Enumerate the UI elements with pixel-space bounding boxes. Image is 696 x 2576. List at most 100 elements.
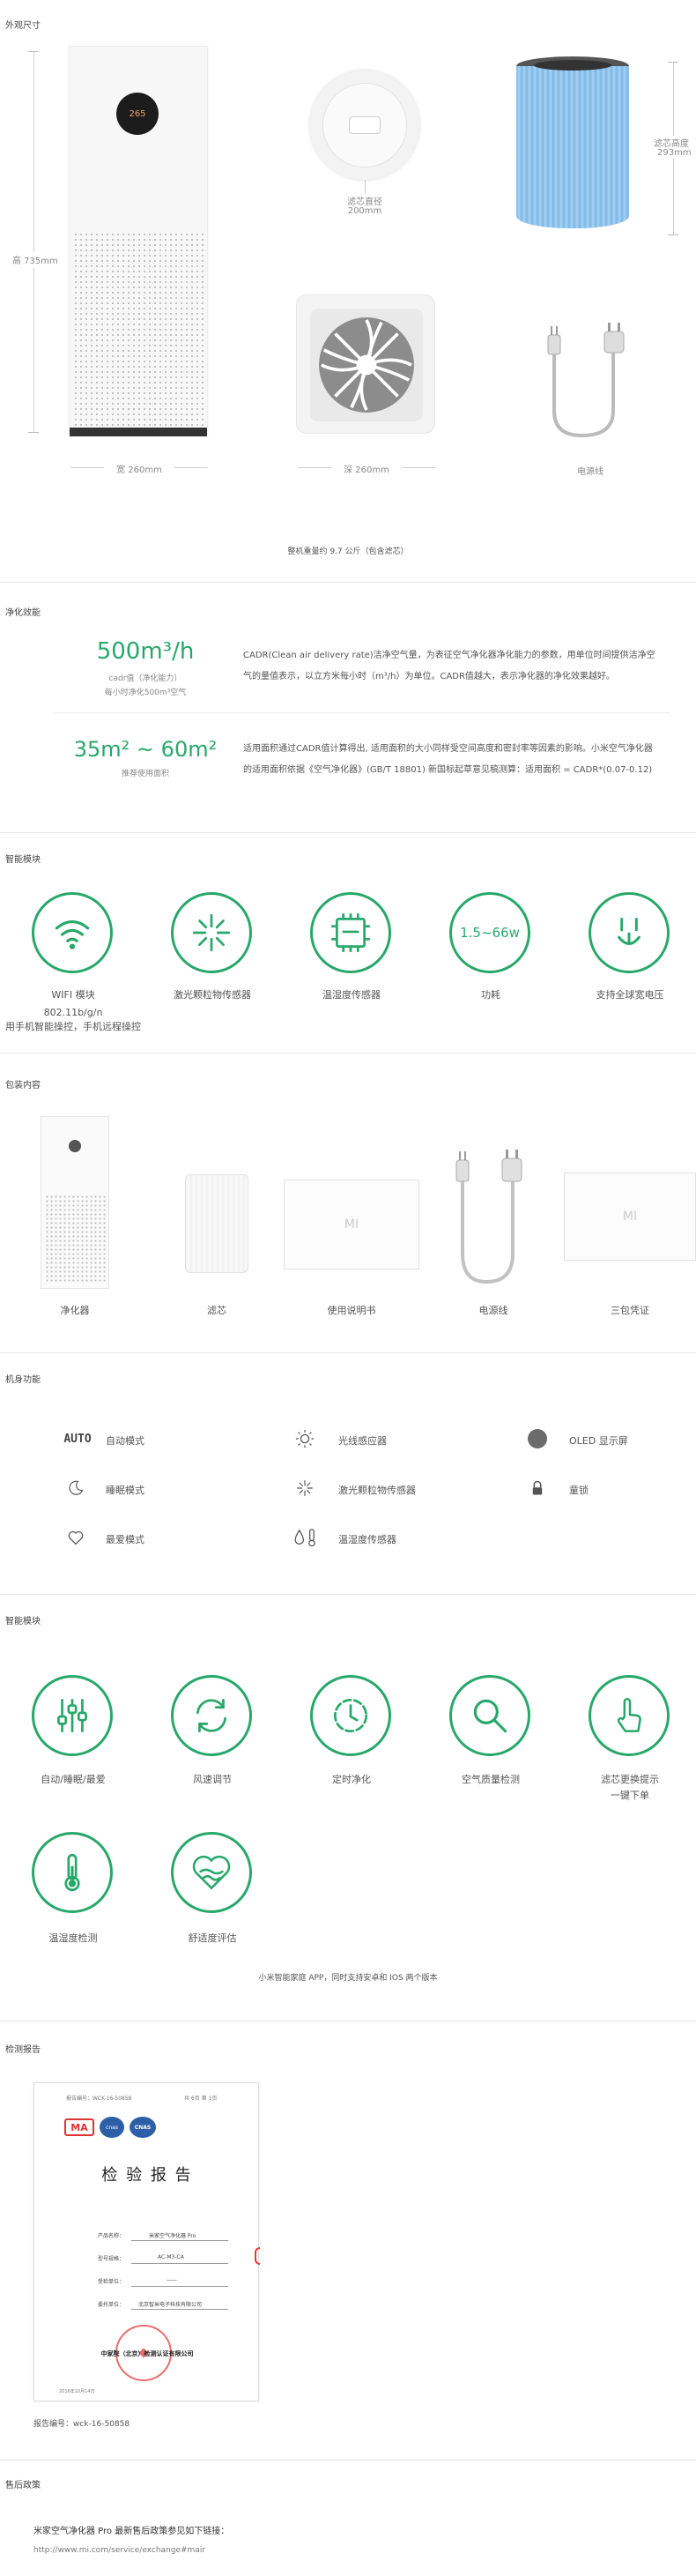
package-warranty-label: 三包凭证: [611, 1305, 649, 1316]
display-value: 265: [129, 108, 146, 119]
favorite-mode-label: 最爱模式: [106, 1534, 144, 1545]
app-note: 小米智能家庭 APP，同时支持安卓和 IOS 两个版本: [258, 1974, 438, 1983]
report-logo-cnas-1: cnas: [100, 2117, 124, 2138]
auto-text-icon: AUTO: [63, 1432, 92, 1446]
comfort-label: 舒适度评估: [188, 1932, 237, 1944]
laser-particle-sensor-label: 激光颗粒物传感器: [174, 989, 251, 1001]
wifi-module-icon: [32, 892, 113, 973]
filter-diameter-line: [365, 180, 366, 194]
filter-height-tick-top: [668, 62, 678, 63]
report-caption: 报告编号：wck-16-50858: [33, 2420, 130, 2429]
depth-label: 深 260mm: [331, 462, 402, 475]
filter-diameter-label: 滤芯直径: [347, 197, 382, 207]
cadr-sub2: 每小时净化500m³空气: [104, 689, 187, 697]
light-sensor-icon: [294, 1428, 315, 1449]
height-dimension-line: [33, 51, 34, 432]
filter-cylinder-image: [516, 56, 629, 238]
temp-humidity-sensor-label: 温湿度传感器: [322, 989, 381, 1001]
filter-diameter-value: 200mm: [347, 206, 382, 216]
mi-logo-icon: MI: [622, 1210, 638, 1224]
divider-1: [0, 582, 696, 583]
filter-height-value: 293mm: [657, 148, 692, 158]
report-row-line-2: [131, 2263, 228, 2264]
report-row-value-4: 北京智米电子科技有限公司: [138, 2302, 203, 2308]
report-title: 检 验 报 告: [101, 2166, 193, 2185]
air-quality-icon: [449, 1675, 530, 1756]
report-header-right: 共 6页 第 1页: [184, 2096, 218, 2102]
report-row-label-4: 委托单位：: [98, 2302, 125, 2308]
mode-sliders-icon: [32, 1675, 113, 1756]
oled-display-icon: [527, 1428, 548, 1449]
purifier-base: [70, 428, 207, 436]
section-title-smart-module-2: 智能模块: [5, 1617, 41, 1627]
fan-speed-label: 风速调节: [193, 1774, 232, 1785]
section-title-package: 包装内容: [5, 1081, 41, 1091]
report-row-label-3: 受检单位：: [98, 2279, 125, 2285]
report-org-name: 中家院（北京）检测认证有限公司: [100, 2350, 194, 2357]
package-power-cord-label: 电源线: [478, 1305, 508, 1316]
report-row-line-3: [131, 2286, 228, 2287]
laser-sensor-label: 激光颗粒物传感器: [338, 1485, 416, 1496]
laser-particle-sensor-icon: [171, 892, 252, 973]
test-report-document: 报告编号：WCK-16-50858 共 6页 第 1页 MA cnas CNAS…: [33, 2082, 260, 2401]
power-cord-label: 电源线: [577, 467, 603, 477]
report-row-label-1: 产品名称：: [98, 2233, 125, 2239]
package-warranty-image: MI: [564, 1173, 696, 1261]
section-title-body-functions: 机身功能: [5, 1375, 41, 1385]
cnas-logo-text: cnas: [106, 2124, 118, 2131]
purifier-top-image: [296, 294, 435, 434]
filter-replace-icon: [589, 1675, 670, 1756]
section-title-purification: 净化效能: [5, 608, 41, 618]
after-sales-link[interactable]: http://www.mi.com/service/exchange#mair: [33, 2546, 205, 2555]
light-sensor-label: 光线感应器: [338, 1435, 387, 1447]
report-row-value-1: 米家空气净化器 Pro: [149, 2233, 196, 2239]
temperature-icon: [32, 1832, 113, 1913]
package-filter-image: [185, 1174, 248, 1273]
report-row-value-2: AC-M3-CA: [158, 2254, 184, 2260]
temp-humidity-sensor-icon: [310, 892, 391, 973]
report-header-left: 报告编号：WCK-16-50858: [66, 2096, 132, 2102]
auto-mode-label: 自动模式: [106, 1435, 144, 1447]
cadr-value: 500m³/h: [96, 638, 195, 665]
wifi-module-sub1: 802.11b/g/n: [43, 1007, 103, 1018]
global-voltage-icon: [589, 892, 670, 973]
report-logo-cnas-2: CNAS: [130, 2117, 156, 2138]
report-row-line-4: [131, 2309, 228, 2310]
wifi-module-sub2: 用手机智能操控，手机远程操控: [5, 1021, 141, 1032]
divider-7: [0, 2460, 696, 2461]
section-title-test-report: 检测报告: [5, 2045, 41, 2055]
after-sales-title: 米家空气净化器 Pro 最新售后政策参见如下链接：: [33, 2527, 230, 2536]
fan-speed-icon: [171, 1675, 252, 1756]
ma-logo-text: MA: [70, 2121, 88, 2133]
oled-display-label: OLED 显示屏: [569, 1435, 628, 1447]
divider-2: [0, 832, 696, 833]
sleep-mode-label: 睡眠模式: [106, 1485, 144, 1496]
area-value: 35m² ~ 60m²: [73, 737, 218, 762]
mi-logo-icon: MI: [344, 1217, 359, 1232]
mode-sliders-label: 自动/睡眠/最爱: [41, 1774, 106, 1785]
cadr-sub1: cadr值（净化能力）: [108, 674, 182, 683]
height-label: 高 735mm: [12, 251, 58, 268]
package-filter-label: 滤芯: [207, 1305, 226, 1316]
report-row-label-2: 型号规格：: [98, 2256, 125, 2262]
purifier-front-image: 265: [69, 46, 208, 436]
child-lock-label: 童锁: [569, 1485, 589, 1496]
fan-icon: [310, 309, 423, 421]
area-sub: 推荐使用面积: [121, 770, 169, 778]
package-power-cord-icon: [455, 1150, 522, 1284]
temp-humidity-icon: [292, 1527, 321, 1548]
timer-icon: [310, 1675, 391, 1756]
cadr-description: CADR(Clean air delivery rate)洁净空气量，为表征空气…: [243, 651, 655, 681]
section-title-smart-module-1: 智能模块: [5, 855, 41, 865]
section-title-after-sales: 售后政策: [5, 2481, 41, 2490]
cnas-logo-text-2: CNAS: [134, 2124, 152, 2131]
height-tick-top: [28, 51, 39, 52]
auto-mode-icon: AUTO: [60, 1428, 95, 1449]
divider-4: [0, 1352, 696, 1353]
section-title-dimensions: 外观尺寸: [5, 21, 41, 31]
timer-label: 定时净化: [332, 1774, 371, 1785]
filter-replace-label: 滤芯更换提示: [601, 1774, 659, 1785]
filter-top-image: [310, 71, 419, 180]
package-manual-image: MI: [284, 1180, 419, 1269]
report-row-line-1: [131, 2240, 228, 2241]
